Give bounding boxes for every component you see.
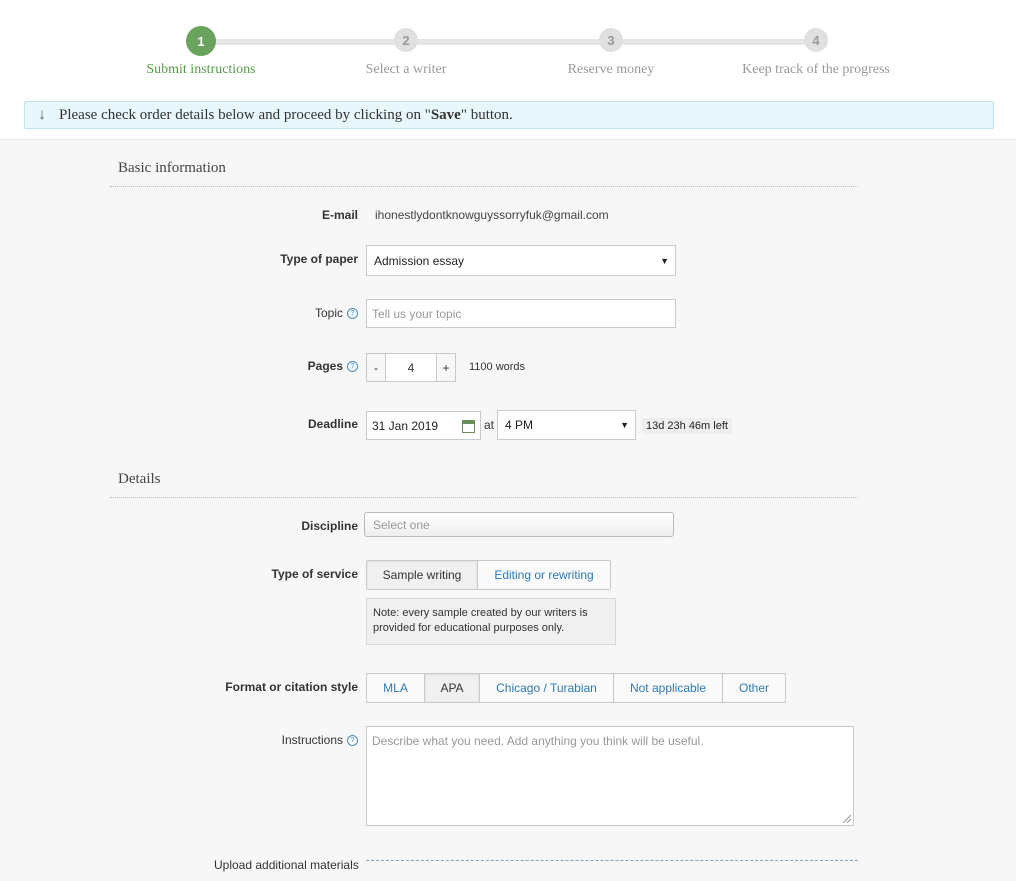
notice-text: Please check order details below and pro…	[59, 106, 513, 123]
format-chicago[interactable]: Chicago / Turabian	[480, 674, 614, 702]
progress-header: 1 2 3 4 Submit instructions Select a wri…	[0, 0, 1016, 140]
paper-type-label: Type of paper	[280, 252, 358, 266]
upload-dropzone[interactable]	[366, 860, 858, 881]
format-mla[interactable]: MLA	[367, 674, 425, 702]
help-icon[interactable]: ?	[347, 735, 358, 746]
deadline-at-text: at	[484, 418, 495, 432]
format-label: Format or citation style	[225, 680, 358, 694]
help-icon[interactable]: ?	[347, 308, 358, 319]
format-not-applicable[interactable]: Not applicable	[614, 674, 723, 702]
paper-type-select[interactable]: Admission essay ▼	[366, 245, 676, 276]
deadline-time-select[interactable]: 4 PM ▼	[497, 410, 636, 440]
deadline-date-input[interactable]: 31 Jan 2019	[366, 411, 481, 440]
details-title: Details	[118, 471, 161, 487]
citation-style-toggle: MLA APA Chicago / Turabian Not applicabl…	[366, 673, 786, 703]
service-type-label: Type of service	[271, 567, 358, 581]
discipline-select[interactable]: Select one	[364, 512, 674, 537]
calendar-icon[interactable]	[462, 420, 475, 433]
email-value: ihonestlydontknowguyssorryfuk@gmail.com	[375, 208, 609, 222]
step-4-label: Keep track of the progress	[742, 62, 890, 77]
progress-track	[201, 39, 815, 45]
step-2-label: Select a writer	[365, 62, 447, 77]
discipline-label: Discipline	[301, 519, 358, 533]
section-divider	[110, 497, 858, 498]
section-divider	[110, 186, 858, 187]
pages-value[interactable]: 4	[386, 353, 436, 382]
step-4-circle: 4	[804, 28, 828, 52]
email-label: E-mail	[321, 208, 358, 222]
pages-stepper: - 4 +	[366, 353, 456, 382]
deadline-label: Deadline	[307, 417, 358, 431]
instructions-label: Instructions?	[282, 733, 358, 747]
arrow-down-icon: ↓	[38, 106, 46, 123]
service-note: Note: every sample created by our writer…	[366, 598, 616, 645]
service-sample-writing[interactable]: Sample writing	[367, 561, 478, 589]
step-1-circle: 1	[186, 26, 216, 56]
service-type-toggle: Sample writing Editing or rewriting	[366, 560, 611, 590]
pages-decrement-button[interactable]: -	[366, 353, 386, 382]
step-3-label: Reserve money	[567, 62, 655, 77]
pages-increment-button[interactable]: +	[436, 353, 456, 382]
basic-info-title: Basic information	[118, 160, 226, 176]
info-notice: ↓ Please check order details below and p…	[24, 101, 994, 129]
step-3-circle: 3	[599, 28, 623, 52]
help-icon[interactable]: ?	[347, 361, 358, 372]
resize-handle-icon[interactable]	[843, 815, 851, 823]
step-1-label: Submit instructions	[146, 62, 256, 77]
format-apa[interactable]: APA	[425, 674, 480, 702]
chevron-down-icon: ▼	[660, 255, 669, 266]
step-2-circle: 2	[394, 28, 418, 52]
topic-input[interactable]: Tell us your topic	[366, 299, 676, 328]
service-editing-rewriting[interactable]: Editing or rewriting	[478, 561, 610, 589]
chevron-down-icon: ▼	[620, 420, 629, 430]
pages-label: Pages?	[308, 359, 358, 373]
format-other[interactable]: Other	[723, 674, 785, 702]
instructions-textarea[interactable]: Describe what you need. Add anything you…	[366, 726, 854, 826]
upload-label: Upload additional materials	[214, 858, 359, 872]
topic-label: Topic?	[315, 306, 358, 320]
word-count: 1100 words	[469, 361, 526, 373]
time-left-badge: 13d 23h 46m left	[642, 418, 732, 434]
